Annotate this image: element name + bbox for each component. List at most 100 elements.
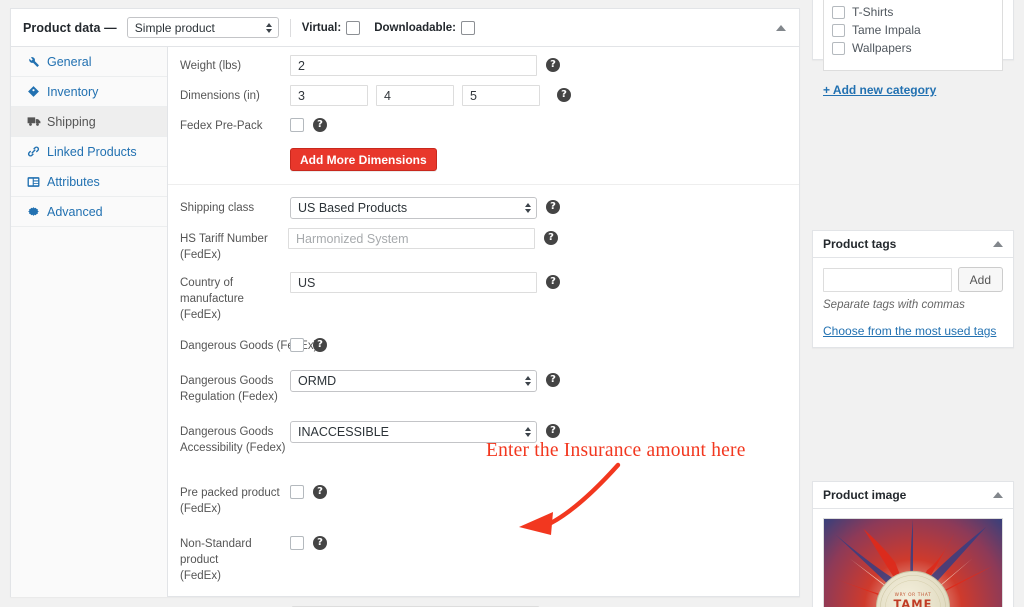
- non-standard-label: Non-Standard product (FedEx): [180, 538, 252, 582]
- dimension-length-input[interactable]: 3: [290, 85, 368, 106]
- category-checkbox[interactable]: [832, 5, 845, 19]
- dg-accessibility-value: INACCESSIBLE: [298, 425, 390, 439]
- help-icon[interactable]: ?: [313, 338, 327, 352]
- tab-linked-products[interactable]: Linked Products: [11, 137, 167, 167]
- list-item[interactable]: Wallpapers: [832, 40, 994, 56]
- help-icon[interactable]: ?: [546, 424, 560, 438]
- product-image-thumbnail[interactable]: WRY OR THAT TAME IMPALA CURRENTS 2015: [823, 518, 1003, 607]
- tab-attributes[interactable]: Attributes: [11, 167, 167, 197]
- chevron-updown-icon: [523, 203, 532, 213]
- field-dangerous-goods: Dangerous Goods (FedEx) ?: [168, 335, 799, 354]
- shipping-class-value: US Based Products: [298, 201, 408, 215]
- downloadable-checkbox-group[interactable]: Downloadable:: [374, 20, 475, 35]
- help-icon[interactable]: ?: [313, 536, 327, 550]
- dg-regulation-select[interactable]: ORMD: [290, 370, 537, 392]
- product-image-header: Product image: [813, 482, 1013, 509]
- product-tags-title: Product tags: [823, 237, 897, 251]
- virtual-checkbox[interactable]: [346, 20, 361, 35]
- dg-accessibility-select[interactable]: INACCESSIBLE: [290, 421, 537, 443]
- product-data-panel: Product data — Simple product Virtual: D…: [10, 8, 800, 607]
- shipping-class-select[interactable]: US Based Products: [290, 197, 537, 219]
- tab-general-label: General: [47, 54, 92, 69]
- fedex-prepack-checkbox[interactable]: [290, 118, 304, 132]
- category-label: T-Shirts: [852, 5, 894, 19]
- help-icon[interactable]: ?: [313, 485, 327, 499]
- chevron-updown-icon: [523, 376, 532, 386]
- tab-general[interactable]: General: [11, 47, 167, 77]
- product-tags-body: Add Separate tags with commas Choose fro…: [813, 258, 1013, 350]
- dg-regulation-value: ORMD: [298, 374, 337, 388]
- pre-packed-label: Pre packed product (FedEx): [180, 487, 280, 515]
- downloadable-checkbox[interactable]: [460, 20, 475, 35]
- tag-input-row: Add: [823, 267, 1003, 292]
- help-icon[interactable]: ?: [557, 88, 571, 102]
- product-data-tabs: General Inventory Shipping Linked Produc…: [11, 47, 168, 597]
- product-type-value: Simple product: [134, 20, 215, 35]
- add-new-category-link[interactable]: + Add new category: [823, 83, 936, 97]
- truck-icon: [27, 115, 47, 128]
- tab-advanced-label: Advanced: [47, 204, 103, 219]
- category-checkbox[interactable]: [832, 41, 845, 55]
- help-icon[interactable]: ?: [544, 231, 558, 245]
- product-categories-panel: T-Shirts Tame Impala Wallpapers + Add ne…: [812, 0, 1014, 97]
- weight-input[interactable]: 2: [290, 55, 537, 76]
- hs-tariff-input[interactable]: Harmonized System: [288, 228, 535, 249]
- dimension-width-input[interactable]: 4: [376, 85, 454, 106]
- country-input[interactable]: US: [290, 272, 537, 293]
- category-list[interactable]: T-Shirts Tame Impala Wallpapers: [823, 0, 1003, 71]
- list-item[interactable]: Tame Impala: [832, 22, 994, 38]
- caret-up-icon[interactable]: [775, 23, 787, 33]
- tag-icon: [27, 85, 47, 98]
- help-icon[interactable]: ?: [546, 200, 560, 214]
- tab-shipping[interactable]: Shipping: [11, 107, 167, 137]
- tab-shipping-label: Shipping: [47, 114, 96, 129]
- help-icon[interactable]: ?: [313, 118, 327, 132]
- add-more-dimensions-button[interactable]: Add More Dimensions: [290, 148, 437, 171]
- field-pre-packed-product: Pre packed product (FedEx) ?: [168, 482, 799, 517]
- non-standard-checkbox[interactable]: [290, 536, 304, 550]
- tab-advanced[interactable]: Advanced: [11, 197, 167, 227]
- field-dimensions: Dimensions (in) 3 4 5 ?: [168, 85, 799, 106]
- divider: [289, 18, 291, 37]
- product-categories-body: T-Shirts Tame Impala Wallpapers + Add ne…: [813, 0, 1013, 109]
- divider: [168, 184, 799, 185]
- caret-up-icon[interactable]: [993, 492, 1003, 498]
- virtual-label: Virtual:: [301, 21, 342, 34]
- virtual-checkbox-group[interactable]: Virtual:: [301, 20, 361, 35]
- dimension-height-input[interactable]: 5: [462, 85, 540, 106]
- shipping-class-label: Shipping class: [180, 202, 255, 214]
- chevron-updown-icon: [265, 22, 274, 33]
- dangerous-goods-label: Dangerous Goods (FedEx): [180, 340, 318, 352]
- add-tag-button[interactable]: Add: [957, 267, 1003, 292]
- gear-icon: [27, 205, 47, 218]
- tab-inventory[interactable]: Inventory: [11, 77, 167, 107]
- list-item[interactable]: T-Shirts: [832, 4, 994, 20]
- page-title: Product data —: [23, 20, 117, 35]
- pre-packed-checkbox[interactable]: [290, 485, 304, 499]
- help-icon[interactable]: ?: [546, 58, 560, 72]
- help-icon[interactable]: ?: [546, 275, 560, 289]
- product-data-header: Product data — Simple product Virtual: D…: [11, 9, 799, 47]
- tag-input[interactable]: [823, 267, 952, 292]
- chevron-updown-icon: [523, 427, 532, 437]
- product-tags-panel: Product tags Add Separate tags with comm…: [812, 230, 1014, 348]
- weight-label: Weight (lbs): [180, 60, 242, 72]
- tags-hint: Separate tags with commas: [823, 299, 965, 311]
- product-type-select[interactable]: Simple product: [126, 17, 279, 38]
- help-icon[interactable]: ?: [546, 373, 560, 387]
- downloadable-label: Downloadable:: [374, 21, 456, 34]
- caret-up-icon[interactable]: [993, 241, 1003, 247]
- field-hs-tariff: HS Tariff Number (FedEx) Harmonized Syst…: [168, 228, 799, 263]
- field-shipping-class: Shipping class US Based Products ?: [168, 197, 799, 219]
- dg-regulation-label: Dangerous Goods Regulation (Fedex): [180, 375, 278, 403]
- field-add-more-dimensions: Add More Dimensions: [168, 148, 799, 171]
- link-icon: [27, 145, 47, 158]
- dangerous-goods-checkbox[interactable]: [290, 338, 304, 352]
- category-checkbox[interactable]: [832, 23, 845, 37]
- product-image-body: WRY OR THAT TAME IMPALA CURRENTS 2015 Cl…: [813, 509, 1013, 607]
- field-fedex-prepack: Fedex Pre-Pack ?: [168, 115, 799, 134]
- field-non-standard-product: Non-Standard product (FedEx) ?: [168, 533, 799, 584]
- product-data-body: General Inventory Shipping Linked Produc…: [11, 47, 799, 607]
- most-used-tags-link[interactable]: Choose from the most used tags: [823, 324, 996, 338]
- wrench-icon: [27, 55, 47, 68]
